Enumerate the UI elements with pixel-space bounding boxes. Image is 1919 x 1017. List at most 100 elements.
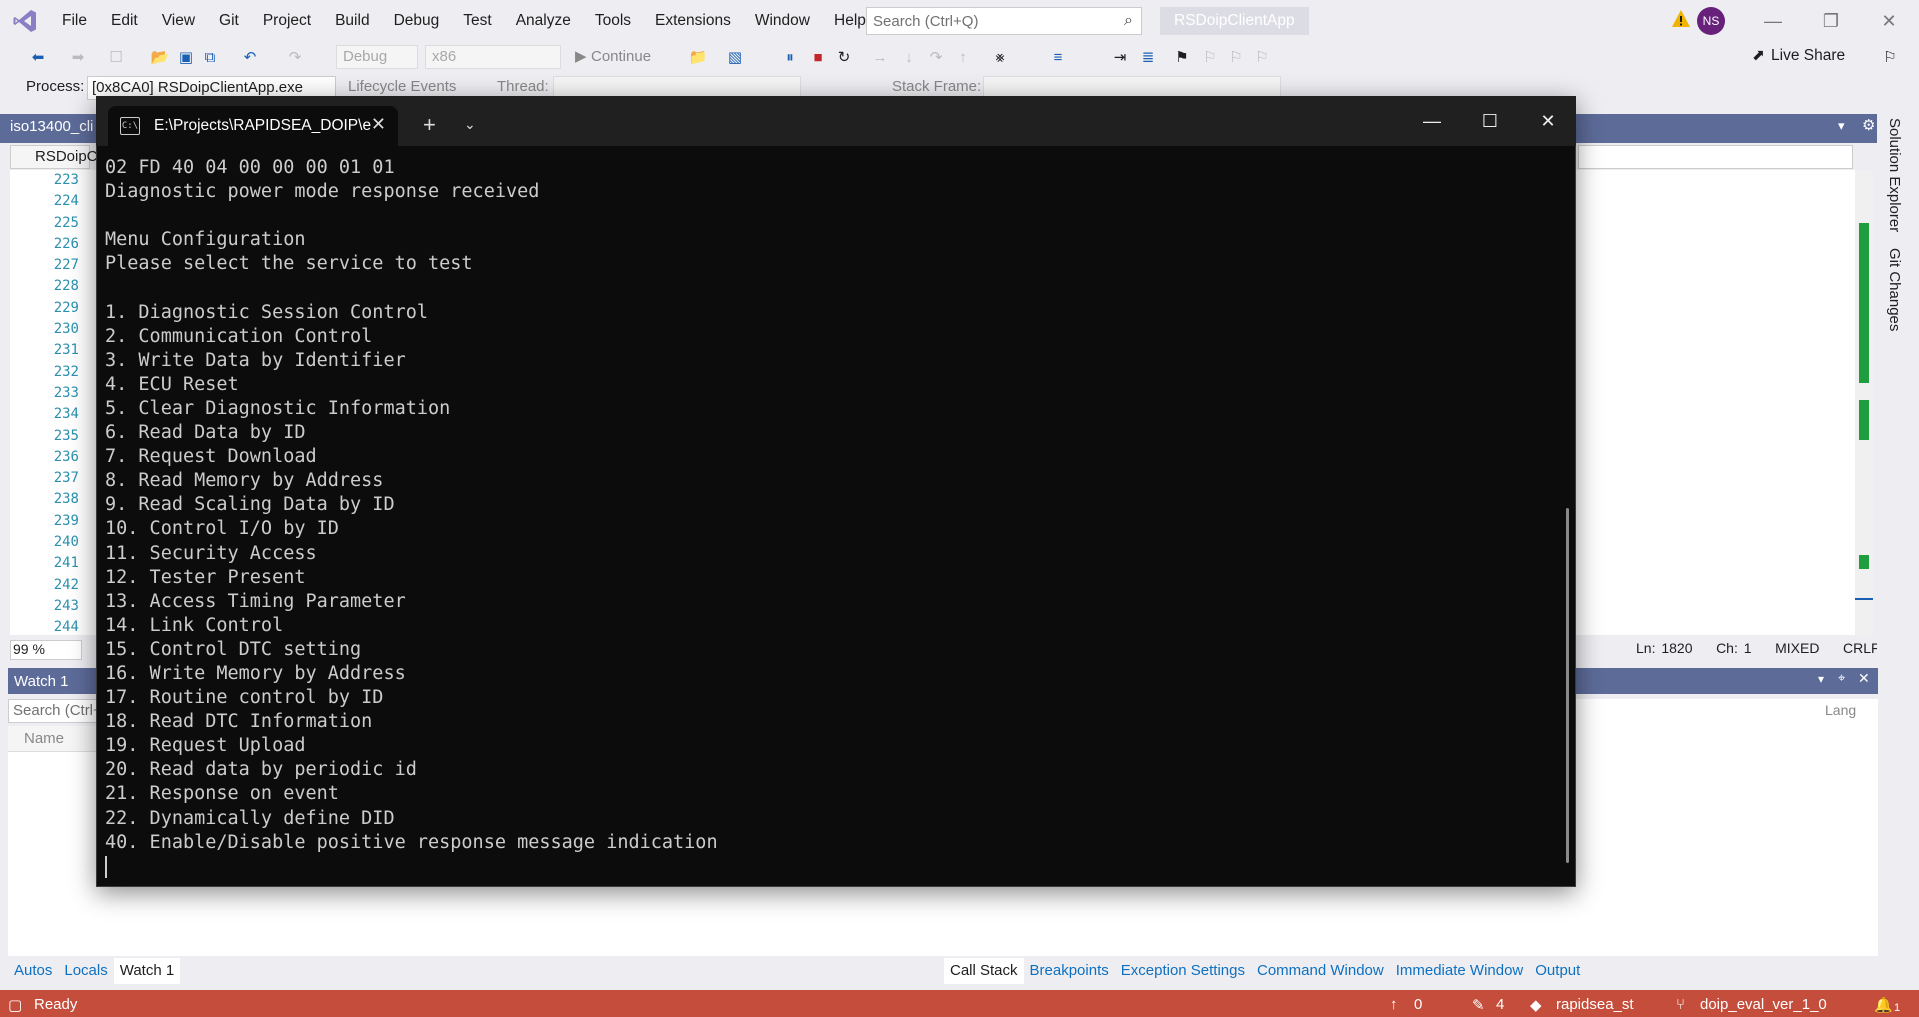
feedback-icon[interactable]: ⚐ (1880, 47, 1900, 67)
comment-icon[interactable]: ≣ (1138, 47, 1158, 67)
tab-menu-chevron-icon[interactable]: ⌄ (464, 116, 476, 133)
push-icon[interactable]: ↑ (1390, 996, 1398, 1013)
tab-locals[interactable]: Locals (58, 958, 113, 984)
settings-icon[interactable]: ⚙ (1862, 116, 1875, 134)
menu-item-project[interactable]: Project (251, 0, 323, 42)
menu-item-git[interactable]: Git (207, 0, 251, 42)
menu-item-extensions[interactable]: Extensions (643, 0, 743, 42)
tab-exception-settings[interactable]: Exception Settings (1115, 958, 1251, 984)
forward-icon[interactable]: ➡ (68, 47, 88, 67)
pin-icon[interactable]: ⌖ (1838, 670, 1845, 686)
next-bookmark-icon[interactable]: ⚐ (1226, 47, 1246, 67)
terminal-line: 18. Read DTC Information (105, 711, 373, 733)
pending-changes-count[interactable]: 4 (1496, 996, 1504, 1013)
terminal-line: 4. ECU Reset (105, 373, 239, 395)
threads-icon[interactable]: ≡ (1048, 47, 1068, 67)
screenshot-icon[interactable]: ▧ (725, 47, 745, 67)
git-changes-tab[interactable]: Git Changes (1886, 248, 1903, 331)
output-icon[interactable]: ▢ (8, 996, 22, 1014)
document-tab[interactable]: iso13400_cli (10, 118, 93, 135)
terminal-tab[interactable]: C:\ E:\Projects\RAPIDSEA_DOIP\e ✕ (108, 106, 398, 146)
hex-display-icon[interactable]: ⨳ (990, 47, 1010, 67)
step-into-icon[interactable]: ↓ (899, 47, 919, 67)
solution-explorer-tab[interactable]: Solution Explorer (1886, 118, 1903, 232)
terminal-minimize-icon[interactable]: — (1403, 96, 1461, 146)
bookmark-icon[interactable]: ⚑ (1172, 47, 1192, 67)
panel-dropdown-icon[interactable]: ▾ (1818, 672, 1824, 686)
pause-icon[interactable]: ⏸ (780, 47, 800, 67)
step-over-icon[interactable]: ↷ (926, 47, 946, 67)
restore-icon[interactable]: ❐ (1803, 0, 1859, 42)
minimize-icon[interactable]: — (1745, 0, 1801, 42)
zoom-select[interactable]: 99 % (10, 640, 82, 660)
push-count[interactable]: 0 (1414, 996, 1422, 1013)
menu-item-test[interactable]: Test (451, 0, 503, 42)
new-project-icon[interactable]: ☐ (106, 47, 126, 67)
repository-name[interactable]: rapidsea_st (1556, 996, 1634, 1013)
notification-count[interactable]: 1 (1894, 1002, 1900, 1014)
configuration-select[interactable]: Debug (336, 45, 418, 69)
branch-name[interactable]: doip_eval_ver_1_0 (1700, 996, 1827, 1013)
terminal-tab-close-icon[interactable]: ✕ (371, 114, 386, 135)
redo-icon[interactable]: ↷ (285, 47, 305, 67)
terminal-line: Please select the service to test (105, 253, 473, 275)
menu-item-tools[interactable]: Tools (583, 0, 643, 42)
close-icon[interactable]: ✕ (1861, 0, 1917, 42)
tab-breakpoints[interactable]: Breakpoints (1024, 958, 1115, 984)
visual-studio-logo-icon[interactable] (0, 0, 50, 42)
undo-icon[interactable]: ↶ (240, 47, 260, 67)
pencil-icon[interactable]: ✎ (1472, 996, 1485, 1014)
language-column-header[interactable]: Lang (1825, 702, 1856, 718)
branch-icon[interactable]: ⑂ (1676, 996, 1685, 1013)
restart-icon[interactable]: ↻ (834, 47, 854, 67)
continue-button[interactable]: ▶ Continue (573, 45, 651, 69)
indent-icon[interactable]: ⇥ (1110, 47, 1130, 67)
tab-autos[interactable]: Autos (8, 958, 58, 984)
bottom-left-tabs: Autos Locals Watch 1 (8, 958, 944, 984)
menu-item-edit[interactable]: Edit (99, 0, 150, 42)
tab-output[interactable]: Output (1529, 958, 1586, 984)
search-input[interactable]: Search (Ctrl+Q) ⌕ (866, 7, 1142, 35)
show-next-statement-icon[interactable]: → (870, 47, 890, 67)
live-share-button[interactable]: ⬈ Live Share (1752, 46, 1845, 65)
folder-icon[interactable]: 📁 (688, 47, 708, 67)
stop-icon[interactable]: ■ (808, 47, 828, 67)
column-indicator: Ch: 1 (1716, 640, 1752, 656)
cursor-position: Ln: 1820 Ch: 1 MIXED CRLF (1636, 640, 1880, 656)
prev-bookmark-icon[interactable]: ⚐ (1200, 47, 1220, 67)
lifecycle-events-button[interactable]: Lifecycle Events (348, 78, 456, 95)
tab-dropdown-icon[interactable]: ▾ (1838, 118, 1845, 134)
platform-select[interactable]: x86 (425, 45, 561, 69)
notifications-icon[interactable]: 🔔 (1874, 996, 1893, 1014)
member-nav-select[interactable] (1578, 145, 1853, 169)
menu-item-build[interactable]: Build (323, 0, 381, 42)
warning-icon[interactable] (1671, 9, 1691, 29)
panel-close-icon[interactable]: ✕ (1858, 670, 1870, 687)
terminal-line: 14. Link Control (105, 614, 284, 636)
editor-scrollbar[interactable] (1855, 170, 1873, 635)
open-file-icon[interactable]: 📂 (150, 47, 170, 67)
terminal-scrollbar[interactable] (1566, 508, 1569, 863)
terminal-output[interactable]: 02 FD 40 04 00 00 00 01 01 Diagnostic pow… (96, 146, 1562, 886)
menu-item-analyze[interactable]: Analyze (504, 0, 583, 42)
terminal-maximize-icon[interactable]: ☐ (1461, 96, 1519, 146)
tab-immediate-window[interactable]: Immediate Window (1390, 958, 1530, 984)
menu-item-file[interactable]: File (50, 0, 99, 42)
tab-watch-1[interactable]: Watch 1 (113, 958, 181, 984)
menu-item-view[interactable]: View (150, 0, 207, 42)
save-icon[interactable]: ▣ (176, 47, 196, 67)
project-nav-select[interactable]: RSDoipC (10, 145, 98, 169)
terminal-line: 13. Access Timing Parameter (105, 590, 406, 612)
menu-item-debug[interactable]: Debug (382, 0, 452, 42)
back-icon[interactable]: ⬅ (28, 47, 48, 67)
new-tab-icon[interactable]: + (423, 112, 436, 138)
menu-item-window[interactable]: Window (743, 0, 822, 42)
tab-command-window[interactable]: Command Window (1251, 958, 1390, 984)
save-all-icon[interactable]: ⧉ (200, 47, 220, 67)
terminal-close-icon[interactable]: ✕ (1519, 96, 1577, 146)
clear-bookmarks-icon[interactable]: ⚐ (1252, 47, 1272, 67)
avatar[interactable]: NS (1697, 7, 1725, 35)
repository-icon[interactable]: ◆ (1530, 996, 1542, 1014)
tab-call-stack[interactable]: Call Stack (944, 958, 1024, 984)
step-out-icon[interactable]: ↑ (953, 47, 973, 67)
